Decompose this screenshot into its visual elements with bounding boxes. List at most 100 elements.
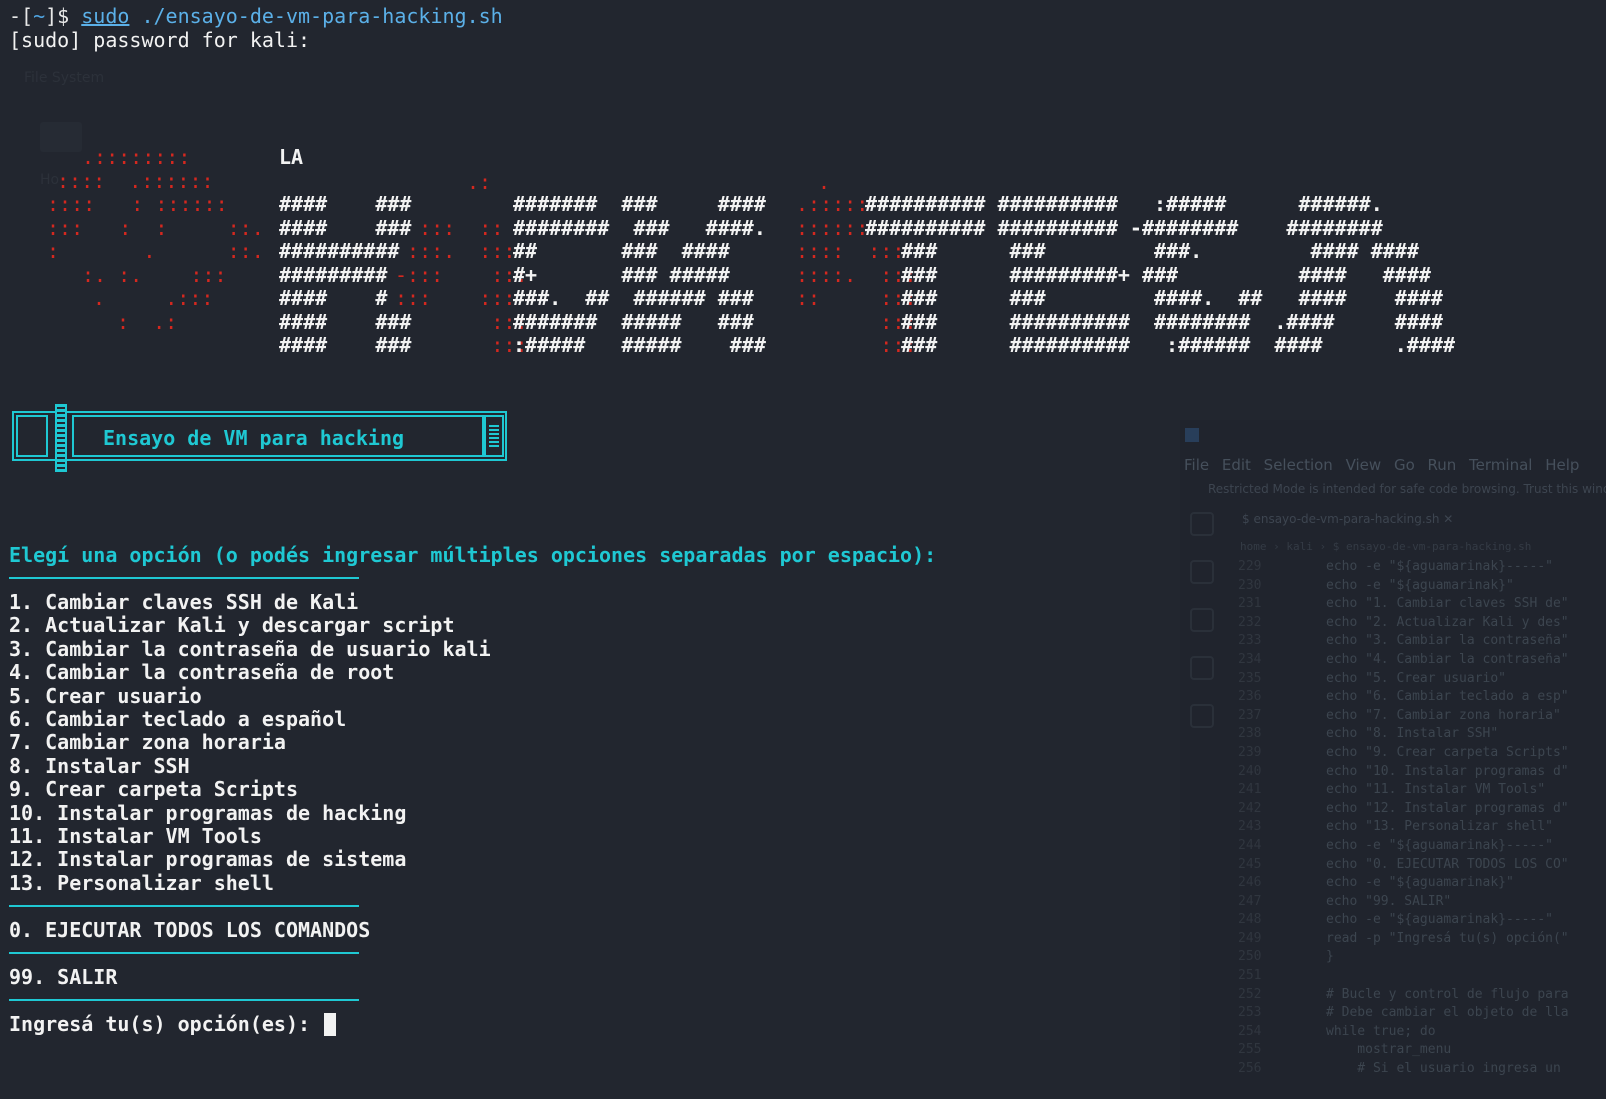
code-text: # Si el usuario ingresa un bbox=[1326, 1061, 1561, 1077]
command-argument: ./ensayo-de-vm-para-hacking.sh bbox=[129, 4, 503, 28]
banner-block-1: ########## bbox=[279, 239, 400, 263]
code-line: 250} bbox=[1238, 948, 1606, 967]
line-number: 253 bbox=[1238, 1005, 1262, 1021]
editor-menubar: File Edit Selection View Go Run Terminal… bbox=[1184, 456, 1580, 474]
code-text: echo "99. SALIR" bbox=[1326, 893, 1452, 909]
code-text: echo -e "${aguamarinak}-----" bbox=[1326, 559, 1553, 574]
banner-block-3: ### ########## ######## .#### #### bbox=[865, 309, 1443, 334]
code-line: 232 echo "2. Actualizar Kali y des" bbox=[1238, 614, 1606, 633]
code-line: 236 echo "6. Cambiar teclado a esp" bbox=[1238, 688, 1606, 707]
line-number: 243 bbox=[1238, 819, 1262, 835]
code-text: echo "8. Instalar SSH" bbox=[1326, 726, 1499, 742]
option-input-line[interactable]: Ingresá tu(s) opción(es): bbox=[9, 1012, 337, 1036]
code-text: echo -e "${aguamarinak}-----" bbox=[1326, 912, 1553, 928]
banner-block-1: #### ### bbox=[279, 192, 412, 216]
sudo-password-line: [sudo] password for kali: bbox=[9, 28, 311, 52]
banner-block-2: #+ ### ##### bbox=[513, 262, 730, 287]
line-number: 232 bbox=[1238, 614, 1262, 630]
skull-line: :::: : :::::: bbox=[47, 192, 228, 216]
code-line: 241 echo "11. Instalar VM Tools" bbox=[1238, 781, 1606, 800]
editor-tab: $ ensayo-de-vm-para-hacking.sh ✕ bbox=[1242, 512, 1454, 526]
menu-item: 10. Instalar programas de hacking bbox=[9, 800, 407, 825]
line-number: 246 bbox=[1238, 875, 1262, 891]
code-line: 247 echo "99. SALIR" bbox=[1238, 893, 1606, 912]
menu-item-run-all: 0. EJECUTAR TODOS LOS COMANDOS bbox=[9, 918, 371, 942]
banner-block-1: #### ### bbox=[279, 309, 412, 334]
code-line: 231 echo "1. Cambiar claves SSH de" bbox=[1238, 595, 1606, 614]
command-sudo: sudo bbox=[81, 4, 130, 28]
line-number: 249 bbox=[1238, 930, 1262, 946]
prompt-suffix: ]$ bbox=[45, 4, 82, 28]
code-text: echo "2. Actualizar Kali y des" bbox=[1326, 614, 1569, 630]
code-text: echo -e "${aguamarinak}-----" bbox=[1326, 837, 1553, 853]
code-line: 240 echo "10. Instalar programas d" bbox=[1238, 763, 1606, 782]
banner-block-1: #### ### bbox=[279, 333, 412, 357]
banner-red-1: ::: bbox=[395, 333, 528, 357]
menu-divider-3 bbox=[9, 999, 359, 1001]
banner-block-2: ## ### #### bbox=[513, 239, 730, 263]
code-line: 234 echo "4. Cambiar la contraseña" bbox=[1238, 651, 1606, 670]
code-text: mostrar_menu bbox=[1326, 1042, 1452, 1058]
banner-block-2: ####### ##### ### bbox=[513, 309, 754, 334]
banner-block-2: :##### ##### ### bbox=[513, 333, 766, 357]
banner-block-3: ### ### ####. ## #### #### bbox=[865, 286, 1443, 310]
banner-block-3: ### #########+ ### #### #### bbox=[865, 262, 1431, 287]
code-line: 239 echo "9. Crear carpeta Scripts" bbox=[1238, 744, 1606, 763]
code-text: echo "13. Personalizar shell" bbox=[1326, 819, 1553, 835]
skull-line: :. :. ::: bbox=[82, 262, 227, 287]
line-number: 236 bbox=[1238, 689, 1262, 705]
menu-item: 12. Instalar programas de sistema bbox=[9, 847, 407, 872]
banner-red-1: :::. ::: bbox=[395, 239, 516, 263]
run-debug-icon bbox=[1190, 656, 1214, 680]
line-number: 248 bbox=[1238, 912, 1262, 928]
editor-breadcrumb: home › kali › $ ensayo-de-vm-para-hackin… bbox=[1240, 540, 1532, 553]
menu-item: 2. Actualizar Kali y descargar script bbox=[9, 613, 455, 638]
extensions-icon bbox=[1190, 704, 1214, 728]
menu-item: 8. Instalar SSH bbox=[9, 753, 190, 778]
skull-line: : .: bbox=[117, 309, 178, 334]
code-text: } bbox=[1326, 949, 1334, 965]
code-line: 243 echo "13. Personalizar shell" bbox=[1238, 818, 1606, 837]
skull-line: ::: : : ::. bbox=[47, 215, 264, 240]
title-box-end-bar bbox=[489, 425, 499, 449]
code-line: 255 mostrar_menu bbox=[1238, 1041, 1606, 1060]
code-line: 248 echo -e "${aguamarinak}-----" bbox=[1238, 911, 1606, 930]
line-number: 251 bbox=[1238, 968, 1262, 984]
banner-block-1: #### ### bbox=[279, 215, 412, 240]
menu-divider-1 bbox=[9, 905, 359, 907]
code-line: 256 # Si el usuario ingresa un bbox=[1238, 1060, 1606, 1079]
code-line: 254 while true; do bbox=[1238, 1023, 1606, 1042]
banner-block-1: #### # bbox=[279, 286, 388, 310]
banner-block-1: ######### bbox=[279, 262, 388, 287]
code-line: 229 echo -e "${aguamarinak}-----" bbox=[1238, 558, 1606, 577]
code-line: 238 echo "8. Instalar SSH" bbox=[1238, 725, 1606, 744]
skull-line: :::: .:::::: bbox=[57, 168, 214, 193]
code-line: 233 echo "3. Cambiar la contraseña" bbox=[1238, 632, 1606, 651]
code-line: 245 echo "0. EJECUTAR TODOS LOS CO" bbox=[1238, 856, 1606, 875]
code-line: 244 echo -e "${aguamarinak}-----" bbox=[1238, 837, 1606, 856]
banner-block-3: ########## ########## :##### ######. bbox=[865, 192, 1383, 216]
title-box-bar bbox=[55, 404, 67, 472]
editor-app-icon bbox=[1185, 428, 1199, 442]
line-number: 250 bbox=[1238, 949, 1262, 965]
code-text: echo "10. Instalar programas d" bbox=[1326, 763, 1569, 779]
code-text: read -p "Ingresá tu(s) opción(" bbox=[1326, 930, 1569, 946]
code-text: # Bucle y control de flujo para bbox=[1326, 986, 1569, 1002]
line-number: 245 bbox=[1238, 856, 1262, 872]
menu-divider-2 bbox=[9, 952, 359, 954]
explorer-icon bbox=[1190, 512, 1214, 536]
banner-red-2: :::::: bbox=[796, 215, 869, 240]
banner-block-2: ######## ### ####. bbox=[513, 215, 766, 240]
skull-line: : . ::. bbox=[47, 239, 264, 263]
code-line: 246 echo -e "${aguamarinak}" bbox=[1238, 874, 1606, 893]
shell-prompt-line: -[~]$ sudo ./ensayo-de-vm-para-hacking.s… bbox=[9, 4, 503, 28]
menu-item: 5. Crear usuario bbox=[9, 683, 202, 708]
line-number: 237 bbox=[1238, 707, 1262, 723]
code-text: echo "3. Cambiar la contraseña" bbox=[1326, 633, 1569, 649]
code-text: echo "9. Crear carpeta Scripts" bbox=[1326, 744, 1569, 760]
code-text: echo "5. Crear usuario" bbox=[1326, 670, 1507, 686]
menu-item: 7. Cambiar zona horaria bbox=[9, 730, 286, 755]
line-number: 252 bbox=[1238, 986, 1262, 1002]
line-number: 256 bbox=[1238, 1061, 1262, 1077]
code-line: 249 read -p "Ingresá tu(s) opción(" bbox=[1238, 930, 1606, 949]
